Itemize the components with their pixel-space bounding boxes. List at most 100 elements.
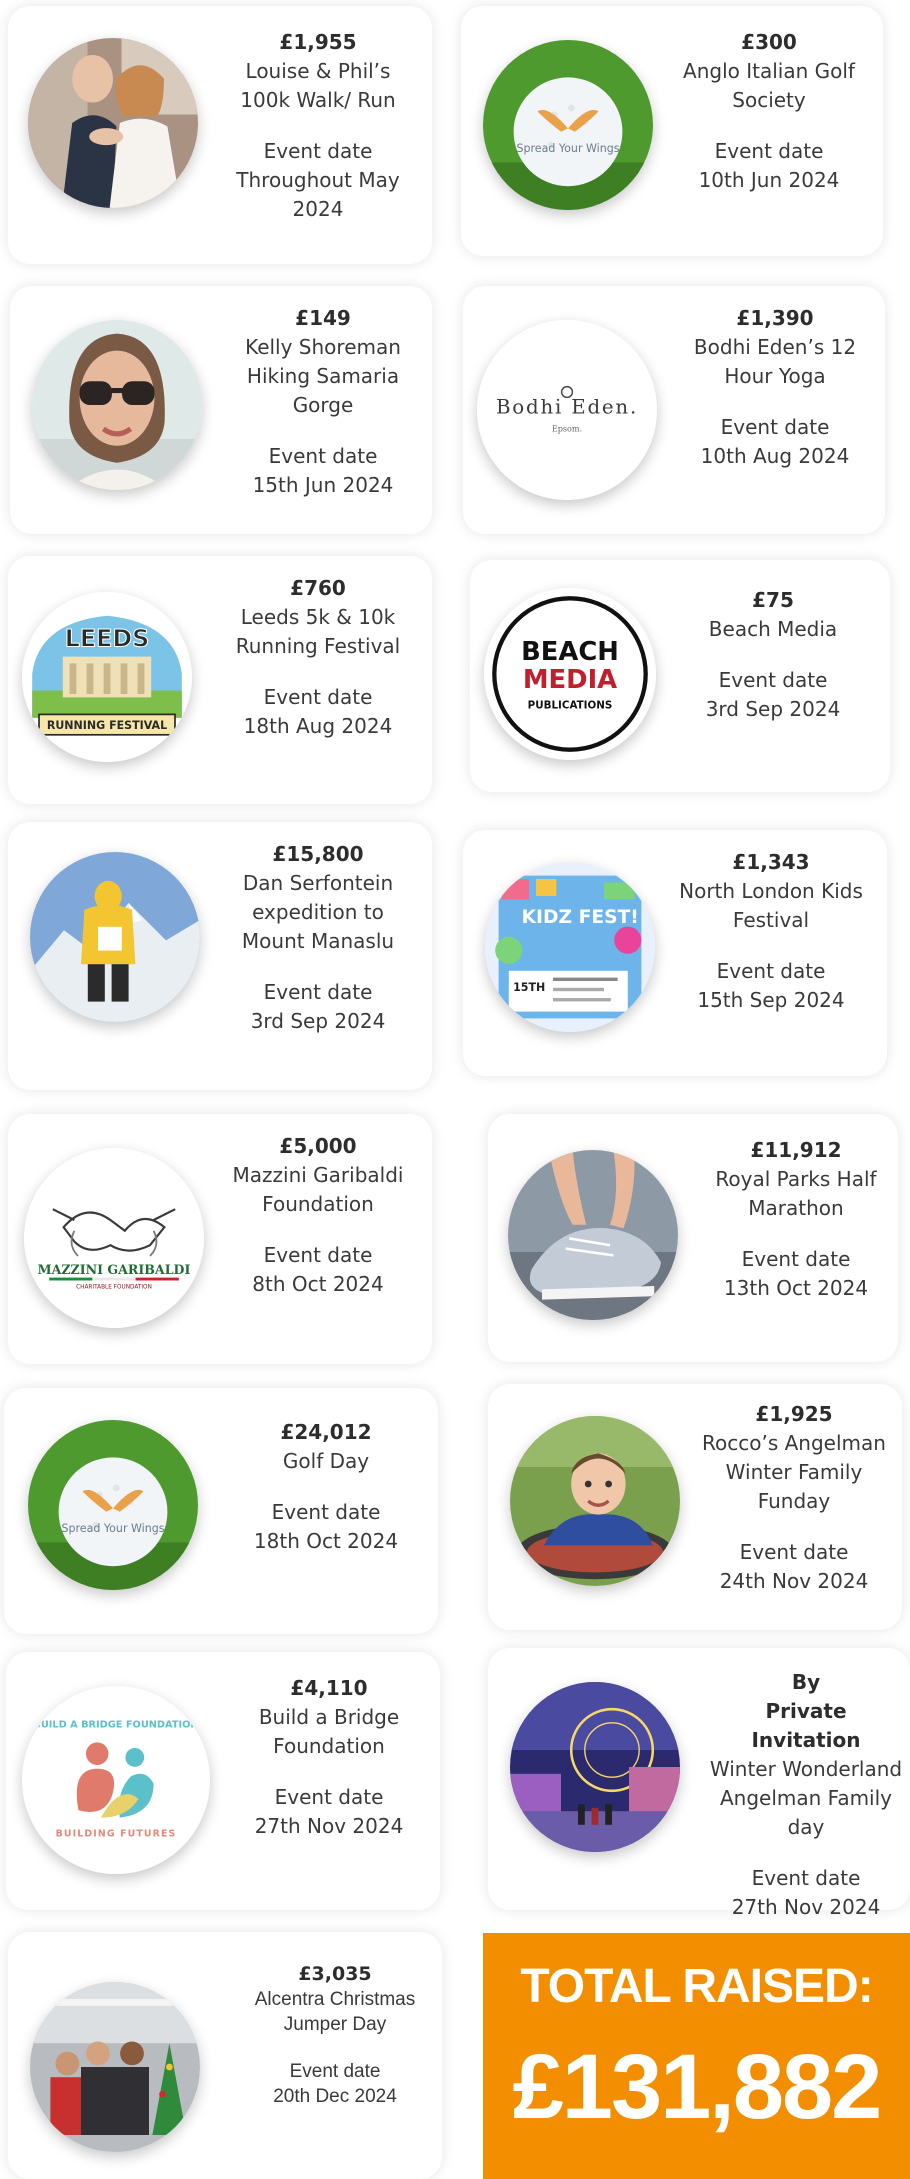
event-title: Mazzini Garibaldi Foundation (232, 1163, 404, 1216)
event-date-label: Event date (274, 1785, 384, 1809)
event-image: LEEDS RUNNING FESTIVAL (22, 592, 192, 762)
event-image: Spread Your Wings (483, 40, 653, 210)
event-card: £15,800 Dan Serfontein expedition to Mou… (8, 822, 432, 1090)
event-info: £300 Anglo Italian Golf Society Event da… (674, 28, 864, 195)
event-image (32, 320, 202, 490)
event-image (30, 852, 200, 1022)
event-card: LEEDS RUNNING FESTIVAL £760 Leeds 5k & 1… (8, 556, 432, 804)
event-card: £1,955 Louise & Phil’s 100k Walk/ Run Ev… (8, 6, 432, 264)
event-date-label: Event date (741, 1247, 851, 1271)
event-image (28, 38, 198, 208)
event-title: Kelly Shoreman Hiking Samaria Gorge (245, 335, 401, 417)
event-title: Louise & Phil’s 100k Walk/ Run (240, 59, 396, 112)
event-date-label: Event date (263, 1243, 373, 1267)
event-title: Royal Parks Half Marathon (715, 1167, 877, 1220)
event-info: £24,012 Golf Day Event date 18th Oct 202… (231, 1418, 421, 1556)
event-info: £4,110 Build a Bridge Foundation Event d… (232, 1674, 426, 1841)
event-date: 24th Nov 2024 (719, 1569, 869, 1593)
event-date-label: Event date (263, 139, 373, 163)
event-date-label: Event date (263, 685, 373, 709)
event-card: Bodhi Eden. Epsom. £1,390 Bodhi Eden’s 1… (463, 286, 885, 534)
event-info: By Private Invitation Winter Wonderland … (708, 1668, 904, 1922)
total-raised-value: £131,882 (512, 2036, 883, 2138)
event-title: Golf Day (282, 1449, 370, 1473)
event-card: By Private Invitation Winter Wonderland … (488, 1648, 910, 1919)
event-date-label: Event date (718, 668, 828, 692)
event-image: MAZZINI GARIBALDI CHARITABLE FOUNDATION (24, 1148, 204, 1328)
event-date-label: Event date (716, 959, 826, 983)
golf-ball-caption: Spread Your Wings (61, 1522, 164, 1535)
event-date: 27th Nov 2024 (731, 1895, 881, 1919)
event-amount: £75 (752, 588, 794, 612)
event-info: £15,800 Dan Serfontein expedition to Mou… (223, 840, 413, 1036)
event-title: Winter Wonderland Angelman Family day (709, 1757, 903, 1839)
event-card: £3,035 Alcentra Christmas Jumper Day Eve… (8, 1932, 442, 2179)
event-image (508, 1150, 678, 1320)
event-title: Build a Bridge Foundation (258, 1705, 400, 1758)
bridge-logo-subtitle: BUILDING FUTURES (56, 1828, 177, 1839)
event-title: Anglo Italian Golf Society (683, 59, 855, 112)
event-date-label: Event date (268, 444, 378, 468)
event-amount: £760 (290, 576, 346, 600)
event-amount: £1,955 (279, 30, 357, 54)
event-date-label: Event date (289, 2061, 381, 2082)
event-card: £11,912 Royal Parks Half Marathon Event … (488, 1114, 898, 1362)
event-date: 18th Oct 2024 (253, 1529, 399, 1553)
event-title: Dan Serfontein expedition to Mount Manas… (241, 871, 395, 953)
event-date: 10th Jun 2024 (698, 168, 840, 192)
event-date: Throughout May 2024 (236, 168, 400, 221)
event-date: 3rd Sep 2024 (705, 697, 841, 721)
event-card: BUILD A BRIDGE FOUNDATION BUILDING FUTUR… (6, 1652, 440, 1910)
event-image: BEACH MEDIA PUBLICATIONS (484, 588, 656, 760)
event-info: £1,925 Rocco’s Angelman Winter Family Fu… (696, 1400, 892, 1596)
event-amount: £1,343 (732, 850, 810, 874)
event-title: North London Kids Festival (679, 879, 863, 932)
event-title: Bodhi Eden’s 12 Hour Yoga (693, 335, 857, 388)
event-title: Alcentra Christmas Jumper Day (254, 1989, 416, 2035)
event-date-label: Event date (751, 1866, 861, 1890)
bodhi-logo-subtext: Epsom. (552, 424, 582, 434)
event-date: 27th Nov 2024 (254, 1814, 404, 1838)
event-date: 15th Jun 2024 (252, 473, 394, 497)
event-card: KIDZ FEST! 15TH £1,343 North London Kids… (463, 830, 887, 1076)
golf-ball-caption: Spread Your Wings (516, 142, 619, 155)
event-amount: £149 (295, 306, 351, 330)
event-image (510, 1416, 680, 1586)
event-amount: £5,000 (279, 1134, 357, 1158)
leeds-logo-title: LEEDS (65, 624, 150, 652)
leeds-logo-banner: RUNNING FESTIVAL (47, 719, 167, 732)
event-amount: By Private Invitation (751, 1670, 861, 1752)
event-card: MAZZINI GARIBALDI CHARITABLE FOUNDATION … (8, 1114, 432, 1364)
event-date: 13th Oct 2024 (723, 1276, 869, 1300)
mazzini-logo-text: MAZZINI GARIBALDI (38, 1262, 191, 1277)
event-amount: £300 (741, 30, 797, 54)
mazzini-logo-subtext: CHARITABLE FOUNDATION (76, 1284, 152, 1290)
event-image: Spread Your Wings (28, 1420, 198, 1590)
event-card: £1,925 Rocco’s Angelman Winter Family Fu… (488, 1384, 902, 1630)
event-amount: £15,800 (272, 842, 364, 866)
beach-logo-line1: BEACH (521, 637, 619, 667)
kidzfest-date: 15TH (513, 981, 545, 994)
beach-logo-line2: MEDIA (523, 665, 617, 695)
total-raised-label: TOTAL RAISED: (520, 1960, 873, 2013)
event-title: Beach Media (708, 617, 838, 641)
event-card: Spread Your Wings £300 Anglo Italian Gol… (461, 6, 883, 256)
event-info: £75 Beach Media Event date 3rd Sep 2024 (678, 586, 868, 724)
event-info: £11,912 Royal Parks Half Marathon Event … (708, 1136, 884, 1303)
event-info: £1,955 Louise & Phil’s 100k Walk/ Run Ev… (223, 28, 413, 224)
event-date-label: Event date (739, 1540, 849, 1564)
total-raised-panel: TOTAL RAISED: £131,882 (483, 1933, 910, 2179)
event-amount: £4,110 (290, 1676, 368, 1700)
event-date-label: Event date (714, 139, 824, 163)
event-info: £760 Leeds 5k & 10k Running Festival Eve… (223, 574, 413, 741)
event-amount: £1,390 (736, 306, 814, 330)
event-date-label: Event date (271, 1500, 381, 1524)
event-title: Rocco’s Angelman Winter Family Funday (702, 1431, 886, 1513)
event-date: 3rd Sep 2024 (250, 1009, 386, 1033)
event-image: BUILD A BRIDGE FOUNDATION BUILDING FUTUR… (22, 1686, 210, 1874)
event-date: 8th Oct 2024 (252, 1272, 384, 1296)
event-date-label: Event date (263, 980, 373, 1004)
event-info: £1,343 North London Kids Festival Event … (673, 848, 869, 1015)
event-date: 10th Aug 2024 (700, 444, 850, 468)
event-card: Spread Your Wings £24,012 Golf Day Event… (4, 1388, 438, 1634)
